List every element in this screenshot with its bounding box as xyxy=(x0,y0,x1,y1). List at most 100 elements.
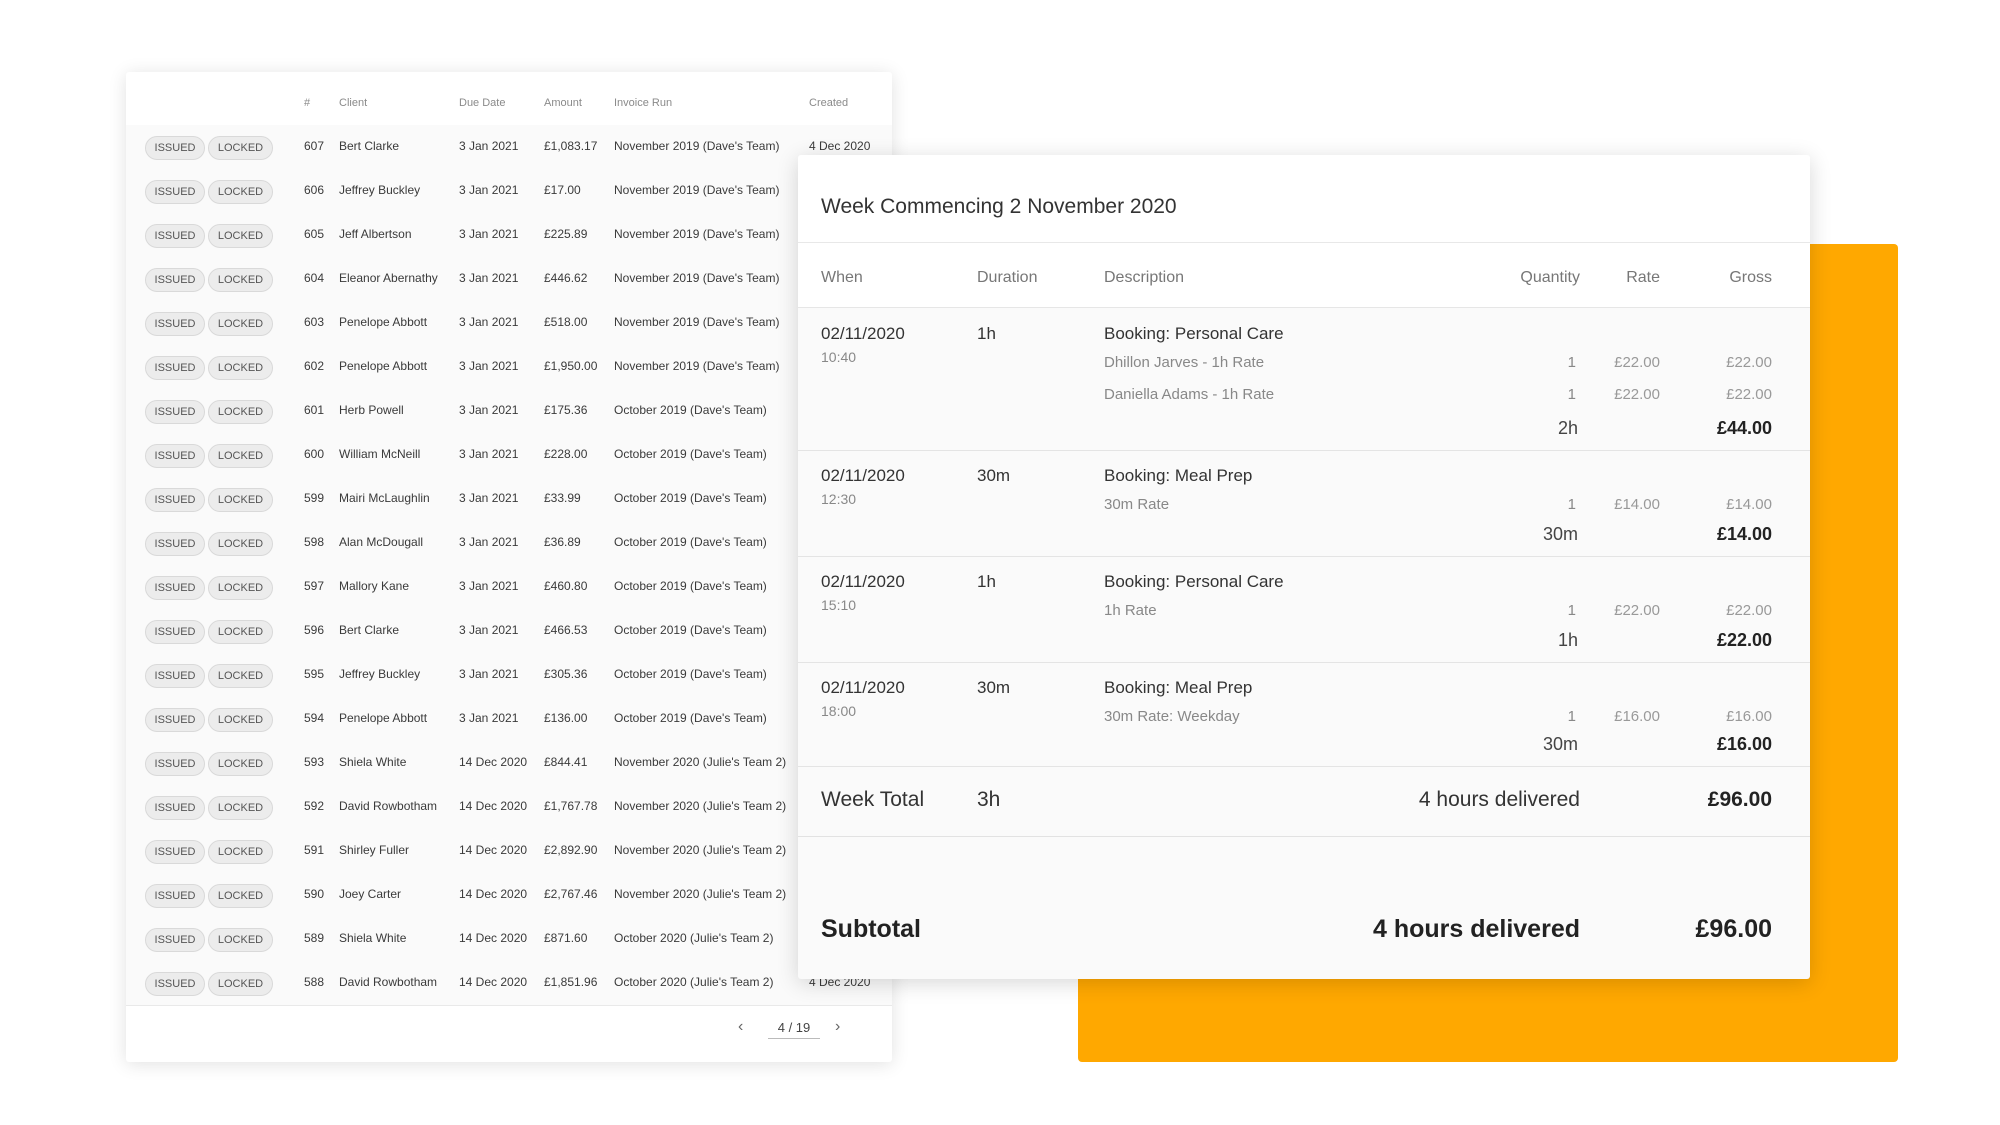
invoice-number: 588 xyxy=(304,975,325,989)
booking-line-item: Dhillon Jarves - 1h Rate 1 £22.00 £22.00 xyxy=(798,354,1810,376)
invoice-due-date: 3 Jan 2021 xyxy=(459,491,519,505)
invoice-run: October 2019 (Dave's Team) xyxy=(614,667,767,681)
column-header-gross: Gross xyxy=(1729,269,1772,286)
booking-group[interactable]: 02/11/2020 12:30 30m Booking: Meal Prep 30m … xyxy=(798,450,1810,557)
column-header-description: Description xyxy=(1104,269,1185,286)
table-row[interactable]: ISSUED LOCKED 600 William McNeill 3 Jan 2021… xyxy=(126,433,892,478)
invoice-run: November 2019 (Dave's Team) xyxy=(614,359,780,373)
next-page-icon[interactable]: › xyxy=(835,1018,840,1036)
booking-group[interactable]: 02/11/2020 15:10 1h Booking: Personal Care 1… xyxy=(798,556,1810,663)
table-row[interactable]: ISSUED LOCKED 595 Jeffrey Buckley 3 Jan 2021… xyxy=(126,653,892,698)
table-row[interactable]: ISSUED LOCKED 594 Penelope Abbott 3 Jan 2021… xyxy=(126,697,892,742)
invoice-number: 593 xyxy=(304,755,325,769)
booking-title: Booking: Personal Care xyxy=(1104,324,1284,343)
column-header-created[interactable]: Created xyxy=(809,97,848,109)
table-row[interactable]: ISSUED LOCKED 603 Penelope Abbott 3 Jan 2021… xyxy=(126,301,892,346)
invoice-due-date: 3 Jan 2021 xyxy=(459,667,519,681)
locked-status-badge: LOCKED xyxy=(208,488,273,512)
table-row[interactable]: ISSUED LOCKED 596 Bert Clarke 3 Jan 2021 £466… xyxy=(126,609,892,654)
invoice-run: October 2019 (Dave's Team) xyxy=(614,623,767,637)
table-row[interactable]: ISSUED LOCKED 601 Herb Powell 3 Jan 2021 £175… xyxy=(126,389,892,434)
invoice-client: Mairi McLaughlin xyxy=(339,491,430,505)
booking-date: 02/11/2020 xyxy=(821,466,905,485)
table-row[interactable]: ISSUED LOCKED 590 Joey Carter 14 Dec 2020 £2,… xyxy=(126,873,892,918)
line-gross: £22.00 xyxy=(1726,354,1772,371)
locked-status-badge: LOCKED xyxy=(208,884,273,908)
line-rate: £16.00 xyxy=(1614,708,1660,725)
invoice-amount: £844.41 xyxy=(544,755,588,769)
line-description: Daniella Adams - 1h Rate xyxy=(1104,386,1275,403)
invoice-due-date: 3 Jan 2021 xyxy=(459,139,519,153)
page-indicator[interactable]: 4 / 19 xyxy=(768,1020,820,1039)
column-header-invoice-run[interactable]: Invoice Run xyxy=(614,97,672,109)
issued-status-badge: ISSUED xyxy=(145,136,205,160)
table-row[interactable]: ISSUED LOCKED 606 Jeffrey Buckley 3 Jan 2021… xyxy=(126,169,892,214)
column-header-when: When xyxy=(821,269,863,286)
invoice-client: Penelope Abbott xyxy=(339,359,428,373)
invoice-table-header: # Client Due Date Amount Invoice Run Cre… xyxy=(126,72,892,126)
issued-status-badge: ISSUED xyxy=(145,840,205,864)
subtotal-hours: 4 hours delivered xyxy=(1372,915,1580,943)
locked-status-badge: LOCKED xyxy=(208,708,273,732)
column-header-number[interactable]: # xyxy=(304,97,310,109)
locked-status-badge: LOCKED xyxy=(208,576,273,600)
table-row[interactable]: ISSUED LOCKED 588 David Rowbotham 14 Dec 202… xyxy=(126,961,892,1006)
locked-status-badge: LOCKED xyxy=(208,796,273,820)
table-row[interactable]: ISSUED LOCKED 593 Shiela White 14 Dec 2020 £8… xyxy=(126,741,892,786)
table-row[interactable]: ISSUED LOCKED 604 Eleanor Abernathy 3 Jan 20… xyxy=(126,257,892,302)
locked-status-badge: LOCKED xyxy=(208,180,273,204)
booking-total-quantity: 30m xyxy=(1542,524,1578,544)
invoice-client: Bert Clarke xyxy=(339,139,400,153)
invoice-run: October 2019 (Dave's Team) xyxy=(614,711,767,725)
invoice-client: Jeffrey Buckley xyxy=(339,183,421,197)
booking-total-gross: £22.00 xyxy=(1716,630,1772,650)
table-row[interactable]: ISSUED LOCKED 598 Alan McDougall 3 Jan 2021 £… xyxy=(126,521,892,566)
line-description: 30m Rate: Weekday xyxy=(1104,708,1240,725)
timesheet-column-header: When Duration Description Quantity Rate … xyxy=(798,243,1810,308)
booking-group[interactable]: 02/11/2020 18:00 30m Booking: Meal Prep 30m … xyxy=(798,662,1810,767)
booking-duration: 1h xyxy=(977,572,996,591)
invoice-client: Shiela White xyxy=(339,755,407,769)
week-total-label: Week Total xyxy=(821,788,925,811)
issued-status-badge: ISSUED xyxy=(145,180,205,204)
invoice-amount: £518.00 xyxy=(544,315,588,329)
line-gross: £16.00 xyxy=(1726,708,1772,725)
table-row[interactable]: ISSUED LOCKED 607 Bert Clarke 3 Jan 2021 £1,0… xyxy=(126,125,892,170)
locked-status-badge: LOCKED xyxy=(208,356,273,380)
column-header-due-date[interactable]: Due Date xyxy=(459,97,505,109)
table-row[interactable]: ISSUED LOCKED 592 David Rowbotham 14 Dec 202… xyxy=(126,785,892,830)
invoice-run: October 2020 (Julie's Team 2) xyxy=(614,975,774,989)
table-row[interactable]: ISSUED LOCKED 602 Penelope Abbott 3 Jan 2021… xyxy=(126,345,892,390)
table-row[interactable]: ISSUED LOCKED 599 Mairi McLaughlin 3 Jan 202… xyxy=(126,477,892,522)
table-row[interactable]: ISSUED LOCKED 597 Mallory Kane 3 Jan 2021 £46… xyxy=(126,565,892,610)
booking-title: Booking: Meal Prep xyxy=(1104,678,1253,697)
invoice-number: 606 xyxy=(304,183,325,197)
table-row[interactable]: ISSUED LOCKED 605 Jeff Albertson 3 Jan 2021 £… xyxy=(126,213,892,258)
line-rate: £14.00 xyxy=(1614,496,1660,513)
previous-page-icon[interactable]: ‹ xyxy=(738,1018,743,1036)
invoice-number: 605 xyxy=(304,227,325,241)
invoice-client: David Rowbotham xyxy=(339,799,438,813)
booking-duration: 30m xyxy=(977,678,1011,697)
locked-status-badge: LOCKED xyxy=(208,136,273,160)
booking-total-gross: £16.00 xyxy=(1716,734,1772,754)
invoice-due-date: 3 Jan 2021 xyxy=(459,623,519,637)
issued-status-badge: ISSUED xyxy=(145,752,205,776)
invoice-client: Shiela White xyxy=(339,931,407,945)
issued-status-badge: ISSUED xyxy=(145,796,205,820)
line-description: Dhillon Jarves - 1h Rate xyxy=(1104,354,1265,371)
invoice-due-date: 14 Dec 2020 xyxy=(459,931,528,945)
booking-total-quantity: 2h xyxy=(1557,418,1578,438)
issued-status-badge: ISSUED xyxy=(145,400,205,424)
invoice-number: 598 xyxy=(304,535,325,549)
invoice-number: 604 xyxy=(304,271,325,285)
column-header-client[interactable]: Client xyxy=(339,97,367,109)
table-row[interactable]: ISSUED LOCKED 589 Shiela White 14 Dec 2020 £8… xyxy=(126,917,892,962)
booking-group[interactable]: 02/11/2020 10:40 1h Booking: Personal Care D… xyxy=(798,308,1810,451)
invoice-client: Jeff Albertson xyxy=(339,227,412,241)
table-row[interactable]: ISSUED LOCKED 591 Shirley Fuller 14 Dec 2020… xyxy=(126,829,892,874)
column-header-amount[interactable]: Amount xyxy=(544,97,582,109)
invoice-run: October 2019 (Dave's Team) xyxy=(614,447,767,461)
booking-title: Booking: Meal Prep xyxy=(1104,466,1253,485)
timesheet-title: Week Commencing 2 November 2020 xyxy=(821,195,1177,218)
